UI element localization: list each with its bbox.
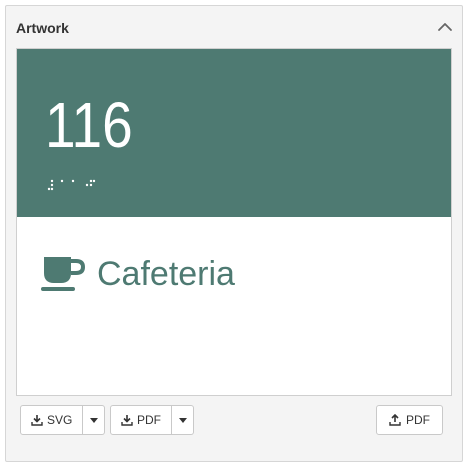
upload-icon bbox=[389, 414, 401, 426]
pdf-upload-group: PDF bbox=[376, 405, 443, 435]
svg-download-group: SVG bbox=[20, 405, 106, 435]
room-number: 116 bbox=[45, 89, 133, 161]
svg-options-dropdown[interactable] bbox=[83, 405, 106, 435]
download-icon bbox=[31, 415, 43, 426]
artwork-preview: 116 Cafeteria bbox=[16, 48, 452, 396]
artwork-panel: Artwork 116 Cafeteria bbox=[5, 5, 463, 462]
pdf-options-dropdown[interactable] bbox=[172, 405, 194, 435]
export-toolbar: SVG PDF PDF bbox=[15, 405, 454, 437]
download-pdf-button[interactable]: PDF bbox=[110, 405, 172, 435]
sign-name-area: Cafeteria bbox=[17, 217, 451, 395]
panel-title: Artwork bbox=[16, 20, 69, 36]
upload-pdf-label: PDF bbox=[406, 413, 430, 427]
download-icon bbox=[121, 415, 133, 426]
braille-dots bbox=[47, 179, 96, 191]
upload-pdf-button[interactable]: PDF bbox=[376, 405, 443, 435]
room-name: Cafeteria bbox=[97, 255, 235, 293]
download-pdf-label: PDF bbox=[137, 413, 161, 427]
chevron-up-icon[interactable] bbox=[436, 18, 454, 36]
caret-down-icon bbox=[89, 417, 98, 423]
panel-header: Artwork bbox=[6, 6, 462, 46]
download-svg-label: SVG bbox=[47, 413, 73, 427]
pdf-download-group: PDF bbox=[110, 405, 194, 435]
coffee-cup-icon bbox=[41, 257, 86, 291]
sign-number-band: 116 bbox=[17, 49, 451, 217]
download-svg-button[interactable]: SVG bbox=[20, 405, 84, 435]
caret-down-icon bbox=[178, 417, 187, 423]
